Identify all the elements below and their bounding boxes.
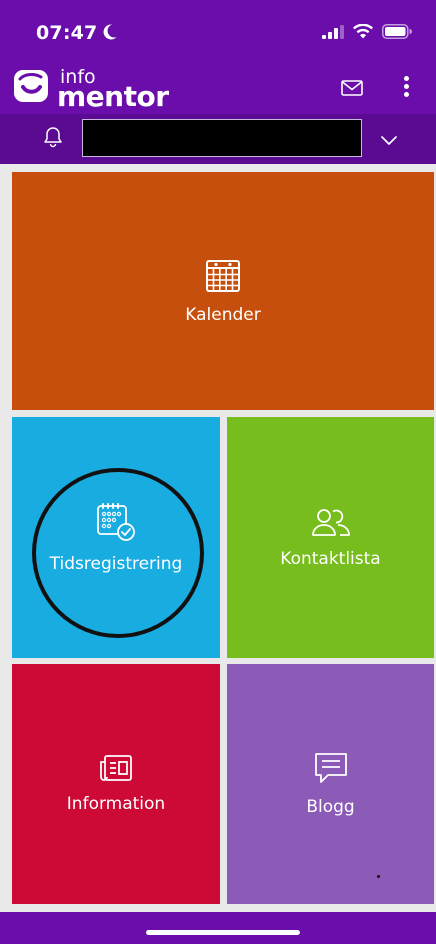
tile-label-information: Information	[66, 794, 166, 814]
status-time: 07:47	[36, 22, 98, 44]
pupil-dropdown-toggle[interactable]	[380, 131, 398, 150]
battery-icon	[382, 24, 412, 43]
more-menu-button[interactable]	[398, 76, 414, 100]
status-indicators	[322, 23, 412, 43]
pupil-selector[interactable]	[82, 119, 362, 157]
home-indicator[interactable]	[146, 930, 300, 935]
contacts-icon	[311, 508, 350, 536]
tile-label-tidsregistrering: Tidsregistrering	[49, 553, 183, 574]
tile-tidsregistrering[interactable]: Tidsregistrering	[12, 417, 220, 658]
logo-text-bottom: mentor	[57, 80, 169, 113]
tile-blogg[interactable]: Blogg	[227, 664, 434, 904]
tile-information[interactable]: Information	[12, 664, 220, 904]
more-vertical-icon	[403, 76, 409, 81]
time-registration-icon	[97, 502, 135, 541]
infomentor-logo: info mentor	[12, 66, 169, 112]
chevron-down-icon	[381, 136, 397, 145]
speck	[377, 875, 380, 878]
messages-button[interactable]	[341, 80, 363, 100]
tile-label-blogg: Blogg	[306, 797, 355, 817]
tile-label-kontaktlista: Kontaktlista	[280, 548, 381, 569]
mail-icon	[341, 80, 363, 96]
pupil-bar	[0, 114, 436, 164]
logo-mark-icon	[14, 70, 48, 102]
app-header: info mentor	[0, 62, 436, 114]
tile-label-kalender: Kalender	[185, 305, 261, 325]
tile-kontaktlista[interactable]: Kontaktlista	[227, 417, 434, 658]
notifications-button[interactable]	[44, 126, 62, 152]
bottom-bar	[0, 912, 436, 944]
chat-bubble-icon	[314, 753, 347, 783]
wifi-icon	[353, 23, 373, 43]
moon-icon	[100, 23, 118, 45]
newspaper-icon	[100, 755, 132, 781]
calendar-icon	[206, 260, 240, 292]
bell-icon	[44, 127, 62, 148]
tile-grid: Kalender Tidsregistrering Kontaktlista I…	[0, 164, 436, 912]
signal-icon	[322, 24, 344, 43]
tile-kalender[interactable]: Kalender	[12, 172, 434, 410]
status-bar: 07:47	[0, 0, 436, 62]
